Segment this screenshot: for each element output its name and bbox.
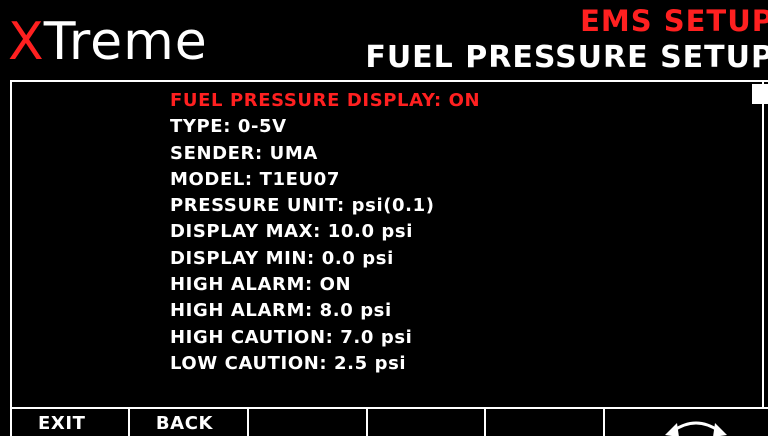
menu-item-display-min[interactable]: DISPLAY MIN: 0.0 psi xyxy=(170,246,480,272)
menu-item-type[interactable]: TYPE: 0-5V xyxy=(170,114,480,140)
softkey-3[interactable] xyxy=(246,409,366,436)
menu-item-high-caution[interactable]: HIGH CAUTION: 7.0 psi xyxy=(170,325,480,351)
softkey-4[interactable] xyxy=(365,409,485,436)
menu-item-sender[interactable]: SENDER: UMA xyxy=(170,141,480,167)
menu-item-high-alarm-value[interactable]: HIGH ALARM: 8.0 psi xyxy=(170,298,480,324)
ems-display-screen: XTreme EMS SETUP FUEL PRESSURE SETUP FUE… xyxy=(0,0,768,436)
xtreme-logo: XTreme xyxy=(8,12,208,72)
softkey-bar: EXIT BACK xyxy=(10,407,768,436)
scrollbar[interactable] xyxy=(756,81,768,407)
menu-item-display-max[interactable]: DISPLAY MAX: 10.0 psi xyxy=(170,219,480,245)
back-button-label: BACK xyxy=(155,413,214,434)
rotary-knob-icon xyxy=(665,421,728,436)
softkey-5[interactable] xyxy=(484,409,603,436)
page-title-secondary: FUEL PRESSURE SETUP xyxy=(365,40,768,75)
logo-text: Treme xyxy=(43,12,208,72)
back-button[interactable]: BACK xyxy=(127,409,247,436)
rotary-knob-key[interactable] xyxy=(603,409,768,436)
exit-button[interactable]: EXIT xyxy=(10,409,128,436)
page-title-primary: EMS SETUP xyxy=(580,4,768,38)
menu-item-fuel-pressure-display[interactable]: FUEL PRESSURE DISPLAY: ON xyxy=(170,88,480,114)
menu-item-low-caution[interactable]: LOW CAUTION: 2.5 psi xyxy=(170,351,480,377)
menu-item-model[interactable]: MODEL: T1EU07 xyxy=(170,167,480,193)
logo-accent: X xyxy=(8,12,44,72)
scrollbar-thumb[interactable] xyxy=(752,84,768,104)
scrollbar-track xyxy=(762,81,764,407)
menu-item-pressure-unit[interactable]: PRESSURE UNIT: psi(0.1) xyxy=(170,193,480,219)
setup-menu-list: FUEL PRESSURE DISPLAY: ON TYPE: 0-5V SEN… xyxy=(170,88,480,377)
menu-item-high-alarm-enable[interactable]: HIGH ALARM: ON xyxy=(170,272,480,298)
exit-button-label: EXIT xyxy=(38,413,86,434)
